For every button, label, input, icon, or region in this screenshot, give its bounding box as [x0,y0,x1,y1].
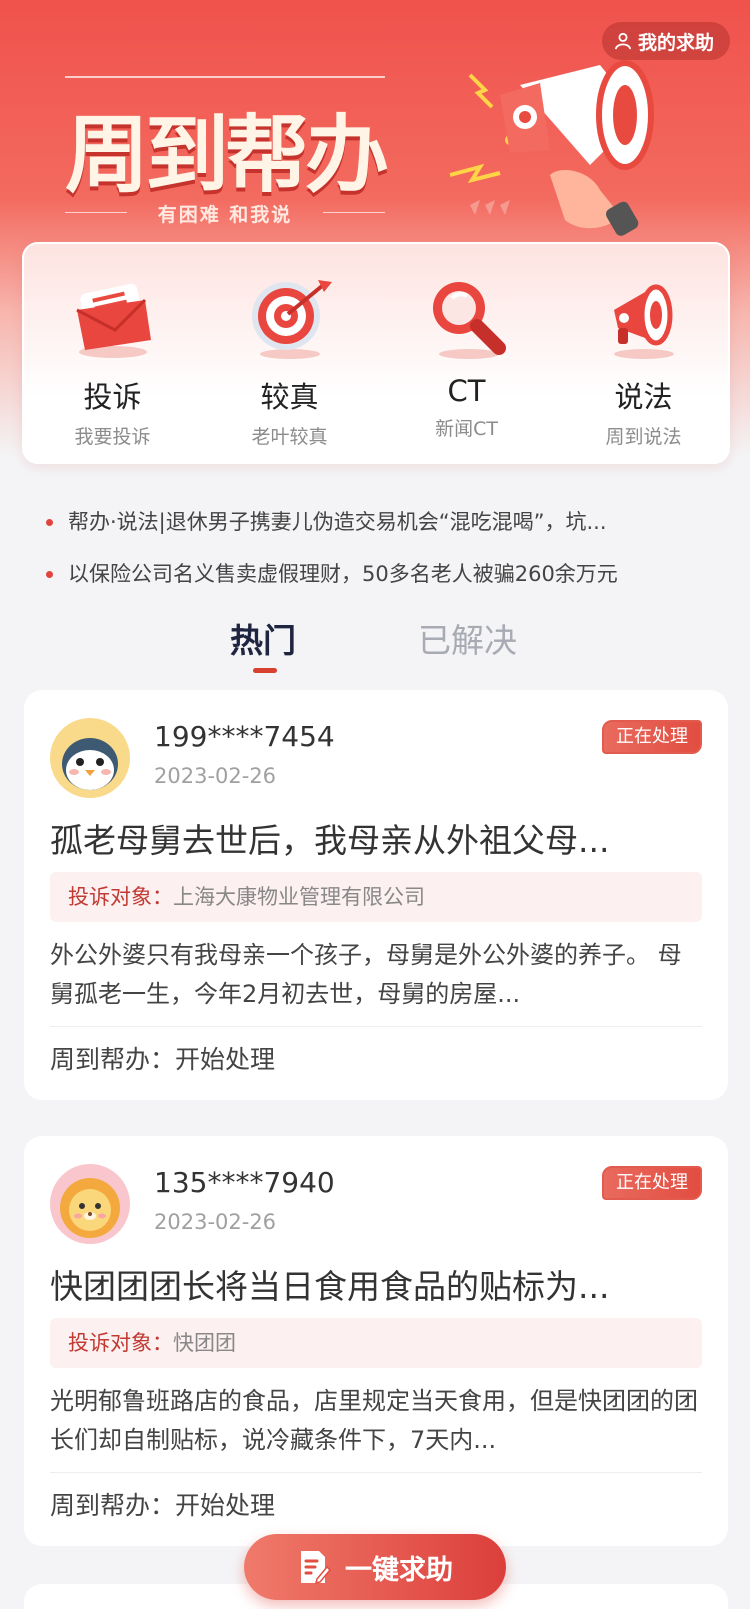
function-ct[interactable]: CT 新闻CT [378,270,555,441]
magnifier-icon [432,282,506,359]
status-badge: 正在处理 [602,720,702,754]
avatar [50,718,130,798]
mail-envelope-icon [75,283,151,358]
function-title: 说法 [614,380,673,414]
penguin-avatar-icon [50,718,130,798]
card-footer-status: 周到帮办：开始处理 [50,1045,276,1074]
complaint-card[interactable]: 199****7454 2023-02-26 正在处理 孤老母舅去世后，我母亲从… [24,690,728,1100]
brand-divider [65,76,385,78]
card-footer-status: 周到帮办：开始处理 [50,1491,276,1520]
function-complaint[interactable]: 投诉 我要投诉 [24,270,201,449]
target-label: 投诉对象： [68,1331,173,1355]
target-icon [251,280,332,359]
news-ticker: 帮办·说法|退休男子携妻儿伪造交易机会“混吃混喝”，坑... 以保险公司名义售卖… [44,502,694,606]
function-title: CT [447,374,486,408]
tab-solved[interactable]: 已解决 [418,614,517,662]
post-date: 2023-02-26 [154,764,277,788]
request-help-label: 一键求助 [345,1554,453,1586]
card-description: 光明郁鲁班路店的食品，店里规定当天食用，但是快团团的团长们却自制贴标，说冷藏条件… [50,1387,698,1454]
lion-avatar-icon [50,1164,130,1244]
avatar [50,1164,130,1244]
news-item[interactable]: 帮办·说法|退休男子携妻儿伪造交易机会“混吃混喝”，坑... [44,502,694,554]
tab-hot[interactable]: 热门 [230,614,296,662]
post-date: 2023-02-26 [154,1210,277,1234]
card-description: 外公外婆只有我母亲一个孩子，母舅是外公外婆的养子。 母舅孤老一生，今年2月初去世… [50,941,682,1008]
request-help-button[interactable]: 一键求助 [244,1534,506,1600]
card-divider [50,1026,702,1027]
function-subtitle: 我要投诉 [74,426,151,448]
brand-subtitle: 有困难 和我说 [55,200,395,227]
function-law[interactable]: 说法 周到说法 [555,270,732,449]
complaint-target: 投诉对象：上海大康物业管理有限公司 [50,872,702,922]
status-badge: 正在处理 [602,1166,702,1200]
function-subtitle: 周到说法 [605,426,682,448]
my-help-label: 我的求助 [637,31,714,54]
user-phone: 135****7940 [154,1166,335,1199]
function-verify[interactable]: 较真 老叶较真 [201,270,378,449]
complaint-target: 投诉对象：快团团 [50,1318,702,1368]
complaint-card[interactable]: 135****7940 2023-02-26 正在处理 快团团团长将当日食用食品… [24,1136,728,1546]
card-title: 快团团团长将当日食用食品的贴标为... [50,1267,610,1306]
news-item[interactable]: 以保险公司名义售卖虚假理财，50多名老人被骗260余万元 [44,554,694,606]
brand-title: 周到帮办 [64,105,389,204]
function-subtitle: 新闻CT [435,418,498,440]
target-value: 快团团 [173,1331,236,1355]
target-label: 投诉对象： [68,885,173,909]
function-title: 较真 [260,380,319,414]
target-value: 上海大康物业管理有限公司 [173,885,425,909]
megaphone-icon [613,284,674,359]
card-title: 孤老母舅去世后，我母亲从外祖父母... [50,821,610,860]
user-phone: 199****7454 [154,720,335,753]
card-divider [50,1472,702,1473]
function-card: 投诉 我要投诉 较真 老叶较真 CT 新闻CT 说法 周到说法 [22,242,730,464]
function-subtitle: 老叶较真 [251,426,328,448]
function-title: 投诉 [83,380,142,414]
user-icon [614,32,632,50]
megaphone-illustration-icon [449,60,654,236]
edit-document-icon [301,1551,331,1585]
tab-bar: 热门 已解决 [0,614,750,674]
tab-indicator [253,668,277,673]
brand-logo: 周到帮办 有困难 和我说 [55,76,395,226]
